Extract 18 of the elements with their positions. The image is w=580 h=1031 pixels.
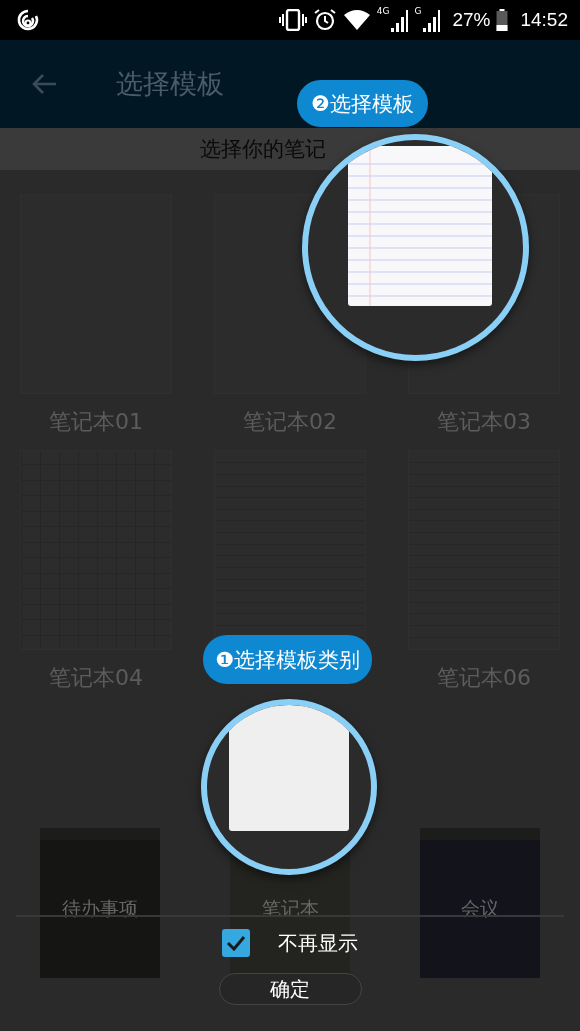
checkbox[interactable] (222, 929, 250, 957)
back-arrow-icon[interactable] (30, 72, 58, 96)
vibrate-icon (278, 9, 307, 31)
wifi-icon (342, 9, 371, 31)
screen-title: 选择模板 (116, 67, 224, 101)
app-icon (16, 8, 40, 32)
signal-icon (422, 8, 441, 32)
battery-percent: 27% (452, 9, 491, 31)
signal-icon (390, 8, 409, 32)
battery-icon (496, 9, 509, 31)
alarm-icon (312, 8, 337, 32)
confirm-button[interactable]: 确定 (218, 973, 362, 1005)
network-type: 4G (376, 6, 390, 16)
clock: 14:52 (520, 9, 568, 31)
network-type: G (414, 6, 422, 16)
checkmark-icon (226, 935, 246, 951)
guide-tooltip: ❶选择模板类别 (203, 635, 372, 684)
guide-tooltip: ❷选择模板 (297, 80, 428, 127)
